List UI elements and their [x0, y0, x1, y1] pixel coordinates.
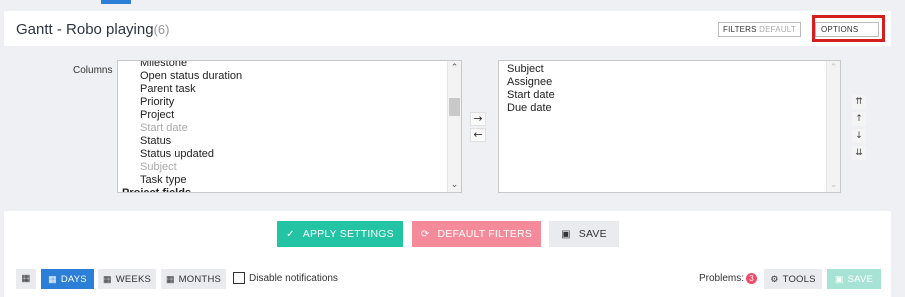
- page-title-text: Gantt - Robo playing: [16, 21, 154, 38]
- disable-notifications-label: Disable notifications: [249, 273, 338, 284]
- move-top-button[interactable]: ⇈: [852, 95, 866, 109]
- options-toggle-button[interactable]: OPTIONS: [815, 22, 879, 37]
- gantt-toolbar: ▦ ▦ DAYS ▦ WEEKS ▦ MONTHS Disable notificat…: [4, 268, 891, 290]
- available-column-option[interactable]: Status updated: [140, 148, 242, 161]
- available-columns-items: Milestone Open status duration Parent task…: [122, 61, 242, 192]
- selected-column-option[interactable]: Start date: [507, 89, 555, 102]
- options-label: OPTIONS: [821, 25, 859, 34]
- floppy-icon: ▣: [561, 229, 571, 240]
- move-right-button[interactable]: →: [470, 112, 486, 126]
- filters-label: FILTERS: [723, 25, 757, 34]
- move-up-button[interactable]: ↑: [852, 112, 866, 126]
- tools-button[interactable]: ⚙ TOOLS: [764, 269, 822, 289]
- selected-columns-scrollbar[interactable]: ⌃ ⌄: [826, 61, 840, 192]
- calendar-icon: ▦: [165, 274, 175, 284]
- check-icon: ✓: [286, 229, 295, 240]
- weeks-button[interactable]: ▦ WEEKS: [98, 269, 156, 289]
- save-button[interactable]: ▣ SAVE: [549, 221, 619, 247]
- weeks-label: WEEKS: [115, 274, 152, 285]
- selected-column-option[interactable]: Assignee: [507, 76, 555, 89]
- months-button[interactable]: ▦ MONTHS: [161, 269, 226, 289]
- order-buttons: ⇈ ↑ ↓ ⇊: [852, 95, 866, 163]
- problems-count-badge: 3: [746, 273, 758, 284]
- page-title: Gantt - Robo playing(6): [16, 21, 169, 38]
- top-tab-strip: [0, 0, 905, 11]
- scroll-down-icon[interactable]: ⌄: [827, 178, 840, 192]
- selected-column-option[interactable]: Subject: [507, 63, 555, 76]
- problems-indicator[interactable]: Problems: 3: [699, 272, 758, 286]
- available-column-option[interactable]: Subject: [140, 161, 242, 174]
- problems-label: Problems:: [699, 273, 745, 284]
- default-filters-button[interactable]: ⟳ DEFAULT FILTERS: [412, 221, 541, 247]
- apply-settings-button[interactable]: ✓ APPLY SETTINGS: [277, 221, 403, 247]
- move-bottom-button[interactable]: ⇊: [852, 146, 866, 160]
- save-label: SAVE: [578, 228, 607, 240]
- disable-notifications-checkbox[interactable]: Disable notifications: [233, 272, 338, 286]
- available-column-option[interactable]: Priority: [140, 96, 242, 109]
- days-button[interactable]: ▦ DAYS: [41, 269, 94, 289]
- available-column-option[interactable]: Project fields: [122, 187, 242, 192]
- filters-default-label: DEFAULT: [759, 25, 796, 34]
- scroll-thumb[interactable]: [449, 98, 460, 116]
- available-column-option[interactable]: Milestone: [140, 61, 242, 70]
- available-column-option[interactable]: Parent task: [140, 83, 242, 96]
- columns-settings: Columns Milestone Open status duration Par…: [4, 46, 891, 211]
- scroll-up-icon[interactable]: ⌃: [827, 61, 840, 75]
- gantt-save-label: SAVE: [847, 274, 874, 285]
- checkbox-box[interactable]: [233, 272, 245, 285]
- months-label: MONTHS: [178, 274, 222, 285]
- move-buttons: → ←: [470, 112, 486, 144]
- move-down-button[interactable]: ↓: [852, 129, 866, 143]
- available-columns-scrollbar[interactable]: ⌃ ⌄: [447, 61, 461, 192]
- scroll-down-icon[interactable]: ⌄: [448, 178, 461, 192]
- apply-settings-label: APPLY SETTINGS: [302, 228, 394, 240]
- available-column-option[interactable]: Task type: [140, 174, 242, 187]
- selected-column-option[interactable]: Due date: [507, 102, 555, 115]
- days-label: DAYS: [60, 274, 87, 285]
- gantt-options-panel: Gantt - Robo playing(6) FILTERS DEFAULT …: [4, 11, 891, 297]
- columns-label: Columns: [73, 65, 113, 76]
- calendar-button[interactable]: ▦: [16, 269, 36, 289]
- default-filters-label: DEFAULT FILTERS: [437, 228, 533, 240]
- available-columns-list[interactable]: Milestone Open status duration Parent task…: [117, 60, 462, 193]
- available-column-option[interactable]: Project: [140, 109, 242, 122]
- tools-label: TOOLS: [782, 274, 816, 285]
- gear-icon: ⚙: [770, 274, 779, 284]
- scroll-up-icon[interactable]: ⌃: [448, 61, 461, 75]
- selected-columns-list[interactable]: Subject Assignee Start date Due date ⌃ ⌄: [498, 60, 841, 193]
- selected-columns-items: Subject Assignee Start date Due date: [507, 63, 555, 115]
- active-tab-indicator[interactable]: [101, 0, 131, 4]
- available-column-option[interactable]: Status: [140, 135, 242, 148]
- available-column-option[interactable]: Start date: [140, 122, 242, 135]
- calendar-icon: ▦: [48, 274, 57, 284]
- gantt-save-button[interactable]: ▣ SAVE: [827, 269, 881, 289]
- move-left-button[interactable]: ←: [470, 128, 486, 142]
- calendar-icon: ▦: [102, 274, 112, 284]
- calendar-icon: ▦: [21, 273, 31, 284]
- reset-icon: ⟳: [420, 229, 430, 240]
- filters-toggle-button[interactable]: FILTERS DEFAULT: [718, 22, 801, 37]
- floppy-icon: ▣: [834, 274, 844, 284]
- available-column-option[interactable]: Open status duration: [140, 70, 242, 83]
- item-count: (6): [153, 22, 170, 37]
